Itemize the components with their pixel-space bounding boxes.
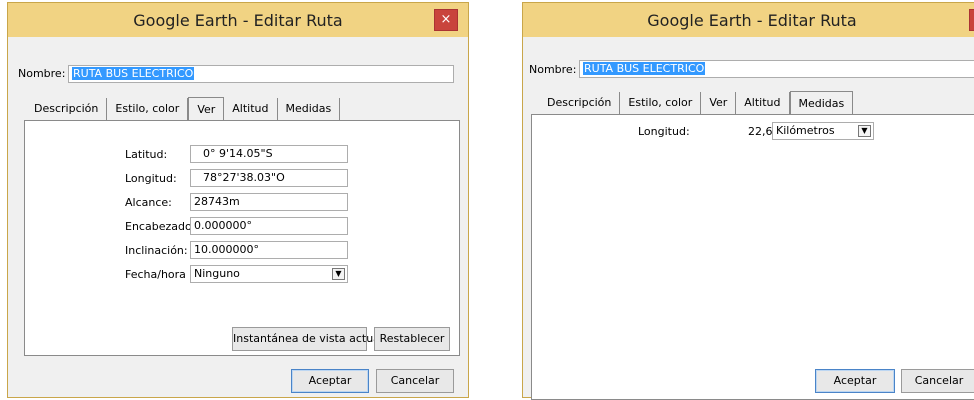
close-icon: × (440, 12, 452, 27)
longitud-label: Longitud: (125, 172, 177, 185)
length-label: Longitud: (638, 125, 690, 138)
longitud-value: 78°27'38.03"O (203, 171, 285, 184)
right-dialog: Google Earth - Editar Ruta × Nombre: RUT… (522, 2, 974, 400)
right-tab-panel: Longitud: 22,6 Kilómetros ▼ (531, 114, 974, 400)
latitud-input[interactable]: 0° 9'14.05"S (190, 145, 348, 163)
alcance-input[interactable]: 28743m (190, 193, 348, 211)
fecha-label: Fecha/hora (125, 268, 186, 281)
unit-dropdown[interactable]: Kilómetros ▼ (772, 122, 874, 140)
left-close-button[interactable]: × (434, 9, 458, 31)
right-ok-button[interactable]: Aceptar (815, 369, 895, 393)
inclinacion-label: Inclinación: (125, 244, 188, 257)
right-tab-medidas[interactable]: Medidas (789, 91, 854, 115)
left-tab-bar: Descripción Estilo, color Ver Altitud Me… (26, 97, 341, 121)
dropdown-arrow-icon[interactable]: ▼ (332, 268, 345, 280)
left-tab-altitud[interactable]: Altitud (224, 98, 278, 120)
length-value: 22,6 (748, 125, 773, 138)
right-tab-ver[interactable]: Ver (701, 92, 737, 114)
left-cancel-button[interactable]: Cancelar (376, 369, 454, 393)
right-cancel-button[interactable]: Cancelar (901, 369, 974, 393)
inclinacion-value: 10.000000° (194, 243, 259, 256)
left-tab-estilo[interactable]: Estilo, color (107, 98, 189, 120)
right-name-label: Nombre: (529, 63, 577, 76)
right-name-value: RUTA BUS ELECTRICO (583, 62, 706, 75)
right-close-button[interactable]: × (969, 9, 974, 31)
unit-value: Kilómetros (776, 124, 835, 137)
left-dialog: Google Earth - Editar Ruta × Nombre: RUT… (7, 2, 469, 398)
right-tab-bar: Descripción Estilo, color Ver Altitud Me… (539, 91, 854, 115)
latitud-value: 0° 9'14.05"S (203, 147, 273, 160)
reset-button[interactable]: Restablecer (374, 327, 450, 351)
right-client-area: Nombre: RUTA BUS ELECTRICO Descripción E… (525, 37, 974, 400)
right-title: Google Earth - Editar Ruta (647, 10, 857, 30)
alcance-label: Alcance: (125, 196, 172, 209)
left-name-label: Nombre: (18, 67, 66, 80)
latitud-label: Latitud: (125, 148, 168, 161)
longitud-input[interactable]: 78°27'38.03"O (190, 169, 348, 187)
left-tab-panel: Latitud: 0° 9'14.05"S Longitud: 78°27'38… (24, 120, 460, 356)
fecha-dropdown[interactable]: Ninguno ▼ (190, 265, 348, 283)
encabezado-label: Encabezado: (125, 220, 196, 233)
snapshot-button[interactable]: Instantánea de vista actual (232, 327, 383, 351)
encabezado-value: 0.000000° (194, 219, 252, 232)
right-tab-altitud[interactable]: Altitud (736, 92, 790, 114)
encabezado-input[interactable]: 0.000000° (190, 217, 348, 235)
left-tab-medidas[interactable]: Medidas (278, 98, 341, 120)
left-title: Google Earth - Editar Ruta (133, 10, 343, 30)
left-name-input[interactable]: RUTA BUS ELECTRICO (68, 65, 454, 83)
fecha-value: Ninguno (194, 267, 240, 280)
left-tab-ver[interactable]: Ver (188, 97, 225, 121)
left-tab-descripcion[interactable]: Descripción (26, 98, 108, 120)
right-name-input[interactable]: RUTA BUS ELECTRICO (579, 60, 974, 78)
dropdown-arrow-icon[interactable]: ▼ (858, 125, 871, 137)
inclinacion-input[interactable]: 10.000000° (190, 241, 348, 259)
left-titlebar[interactable]: Google Earth - Editar Ruta (8, 3, 468, 37)
left-client-area: Nombre: RUTA BUS ELECTRICO Descripción E… (14, 37, 462, 393)
alcance-value: 28743m (194, 195, 240, 208)
right-titlebar[interactable]: Google Earth - Editar Ruta (523, 3, 974, 37)
right-tab-estilo[interactable]: Estilo, color (620, 92, 702, 114)
left-ok-button[interactable]: Aceptar (291, 369, 369, 393)
right-tab-descripcion[interactable]: Descripción (539, 92, 621, 114)
left-name-value: RUTA BUS ELECTRICO (72, 67, 195, 80)
